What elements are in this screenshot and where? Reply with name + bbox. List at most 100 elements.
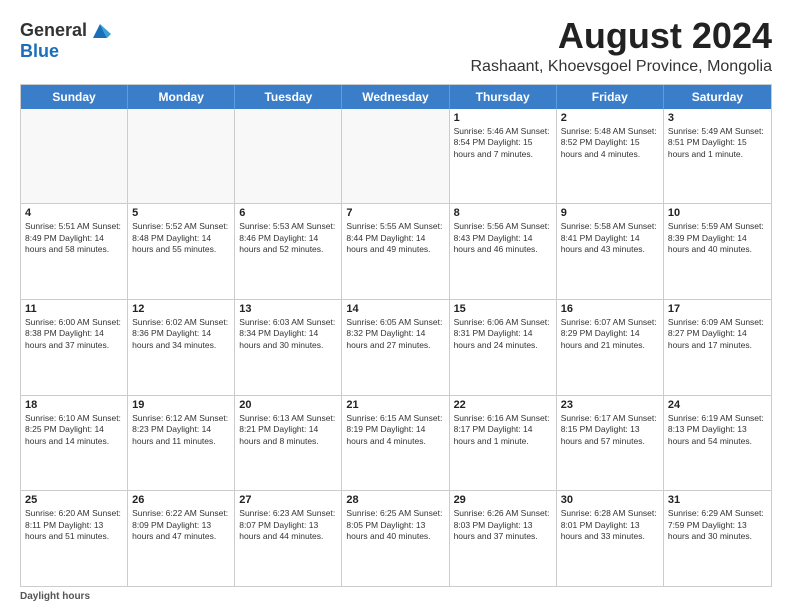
day-info: Sunrise: 6:00 AM Sunset: 8:38 PM Dayligh…: [25, 317, 123, 351]
calendar-row-1: 4 Sunrise: 5:51 AM Sunset: 8:49 PM Daylig…: [21, 204, 771, 300]
day-number: 16: [561, 303, 659, 315]
header-day-sunday: Sunday: [21, 85, 128, 109]
day-cell-12: 12 Sunrise: 6:02 AM Sunset: 8:36 PM Dayli…: [128, 300, 235, 395]
day-number: 23: [561, 399, 659, 411]
day-number: 8: [454, 207, 552, 219]
day-number: 26: [132, 494, 230, 506]
logo: General Blue: [20, 20, 111, 62]
day-info: Sunrise: 6:09 AM Sunset: 8:27 PM Dayligh…: [668, 317, 767, 351]
day-cell-11: 11 Sunrise: 6:00 AM Sunset: 8:38 PM Dayli…: [21, 300, 128, 395]
day-number: 30: [561, 494, 659, 506]
day-number: 6: [239, 207, 337, 219]
day-cell-15: 15Sunrise: 6:06 AM Sunset: 8:31 PM Dayli…: [450, 300, 557, 395]
day-cell-13: 13 Sunrise: 6:03 AM Sunset: 8:34 PM Dayli…: [235, 300, 342, 395]
day-cell-23: 23 Sunrise: 6:17 AM Sunset: 8:15 PM Dayli…: [557, 396, 664, 491]
day-number: 18: [25, 399, 123, 411]
header-day-thursday: Thursday: [450, 85, 557, 109]
header-day-wednesday: Wednesday: [342, 85, 449, 109]
calendar-row-2: 11 Sunrise: 6:00 AM Sunset: 8:38 PM Dayli…: [21, 300, 771, 396]
day-number: 2: [561, 112, 659, 124]
footer-label: Daylight hours: [20, 591, 90, 602]
day-info: Sunrise: 6:26 AM Sunset: 8:03 PM Dayligh…: [454, 508, 552, 542]
day-info: Sunrise: 6:10 AM Sunset: 8:25 PM Dayligh…: [25, 413, 123, 447]
day-info: Sunrise: 6:23 AM Sunset: 8:07 PM Dayligh…: [239, 508, 337, 542]
day-info: Sunrise: 6:03 AM Sunset: 8:34 PM Dayligh…: [239, 317, 337, 351]
day-number: 17: [668, 303, 767, 315]
day-info: Sunrise: 5:52 AM Sunset: 8:48 PM Dayligh…: [132, 221, 230, 255]
day-cell-16: 16 Sunrise: 6:07 AM Sunset: 8:29 PM Dayli…: [557, 300, 664, 395]
day-number: 15: [454, 303, 552, 315]
day-number: 1: [454, 112, 552, 124]
day-cell-18: 18 Sunrise: 6:10 AM Sunset: 8:25 PM Dayli…: [21, 396, 128, 491]
day-number: 28: [346, 494, 444, 506]
day-cell-28: 28 Sunrise: 6:25 AM Sunset: 8:05 PM Dayli…: [342, 491, 449, 586]
day-number: 13: [239, 303, 337, 315]
day-info: Sunrise: 5:55 AM Sunset: 8:44 PM Dayligh…: [346, 221, 444, 255]
day-cell-2: 2 Sunrise: 5:48 AM Sunset: 8:52 PM Daylig…: [557, 109, 664, 204]
day-cell-3: 3Sunrise: 5:49 AM Sunset: 8:51 PM Daylig…: [664, 109, 771, 204]
day-cell-25: 25Sunrise: 6:20 AM Sunset: 8:11 PM Dayli…: [21, 491, 128, 586]
day-cell-26: 26Sunrise: 6:22 AM Sunset: 8:09 PM Dayli…: [128, 491, 235, 586]
subtitle: Rashaant, Khoevsgoel Province, Mongolia: [470, 58, 772, 76]
title-block: August 2024 Rashaant, Khoevsgoel Provinc…: [470, 16, 772, 76]
day-number: 27: [239, 494, 337, 506]
day-cell-9: 9Sunrise: 5:58 AM Sunset: 8:41 PM Daylig…: [557, 204, 664, 299]
day-cell-22: 22 Sunrise: 6:16 AM Sunset: 8:17 PM Dayli…: [450, 396, 557, 491]
day-number: 24: [668, 399, 767, 411]
calendar-header: SundayMondayTuesdayWednesdayThursdayFrid…: [21, 85, 771, 109]
day-info: Sunrise: 5:51 AM Sunset: 8:49 PM Dayligh…: [25, 221, 123, 255]
day-number: 3: [668, 112, 767, 124]
day-info: Sunrise: 6:25 AM Sunset: 8:05 PM Dayligh…: [346, 508, 444, 542]
day-cell-14: 14Sunrise: 6:05 AM Sunset: 8:32 PM Dayli…: [342, 300, 449, 395]
day-cell-17: 17 Sunrise: 6:09 AM Sunset: 8:27 PM Dayli…: [664, 300, 771, 395]
day-cell-5: 5 Sunrise: 5:52 AM Sunset: 8:48 PM Daylig…: [128, 204, 235, 299]
day-number: 4: [25, 207, 123, 219]
day-number: 12: [132, 303, 230, 315]
day-cell-29: 29 Sunrise: 6:26 AM Sunset: 8:03 PM Dayli…: [450, 491, 557, 586]
empty-cell: [128, 109, 235, 204]
day-info: Sunrise: 5:48 AM Sunset: 8:52 PM Dayligh…: [561, 126, 659, 160]
day-cell-1: 1Sunrise: 5:46 AM Sunset: 8:54 PM Daylig…: [450, 109, 557, 204]
footer: Daylight hours: [20, 591, 772, 602]
day-cell-7: 7 Sunrise: 5:55 AM Sunset: 8:44 PM Daylig…: [342, 204, 449, 299]
day-number: 21: [346, 399, 444, 411]
day-number: 29: [454, 494, 552, 506]
day-cell-6: 6 Sunrise: 5:53 AM Sunset: 8:46 PM Daylig…: [235, 204, 342, 299]
day-number: 19: [132, 399, 230, 411]
day-info: Sunrise: 6:15 AM Sunset: 8:19 PM Dayligh…: [346, 413, 444, 447]
day-cell-19: 19 Sunrise: 6:12 AM Sunset: 8:23 PM Dayli…: [128, 396, 235, 491]
day-number: 11: [25, 303, 123, 315]
day-number: 20: [239, 399, 337, 411]
day-info: Sunrise: 6:16 AM Sunset: 8:17 PM Dayligh…: [454, 413, 552, 447]
day-number: 7: [346, 207, 444, 219]
header-day-monday: Monday: [128, 85, 235, 109]
day-info: Sunrise: 5:59 AM Sunset: 8:39 PM Dayligh…: [668, 221, 767, 255]
day-info: Sunrise: 6:05 AM Sunset: 8:32 PM Dayligh…: [346, 317, 444, 351]
day-number: 5: [132, 207, 230, 219]
day-info: Sunrise: 6:20 AM Sunset: 8:11 PM Dayligh…: [25, 508, 123, 542]
calendar-row-4: 25Sunrise: 6:20 AM Sunset: 8:11 PM Dayli…: [21, 491, 771, 586]
day-cell-10: 10 Sunrise: 5:59 AM Sunset: 8:39 PM Dayli…: [664, 204, 771, 299]
day-number: 10: [668, 207, 767, 219]
day-number: 31: [668, 494, 767, 506]
day-info: Sunrise: 5:53 AM Sunset: 8:46 PM Dayligh…: [239, 221, 337, 255]
day-info: Sunrise: 5:56 AM Sunset: 8:43 PM Dayligh…: [454, 221, 552, 255]
calendar-row-0: 1Sunrise: 5:46 AM Sunset: 8:54 PM Daylig…: [21, 109, 771, 205]
day-info: Sunrise: 6:17 AM Sunset: 8:15 PM Dayligh…: [561, 413, 659, 447]
logo-general: General: [20, 21, 87, 41]
main-title: August 2024: [470, 16, 772, 56]
day-cell-4: 4 Sunrise: 5:51 AM Sunset: 8:49 PM Daylig…: [21, 204, 128, 299]
day-info: Sunrise: 6:29 AM Sunset: 7:59 PM Dayligh…: [668, 508, 767, 542]
day-cell-31: 31 Sunrise: 6:29 AM Sunset: 7:59 PM Dayli…: [664, 491, 771, 586]
page: General Blue August 2024 Rashaant, Khoev…: [0, 0, 792, 612]
day-cell-8: 8 Sunrise: 5:56 AM Sunset: 8:43 PM Daylig…: [450, 204, 557, 299]
calendar: SundayMondayTuesdayWednesdayThursdayFrid…: [20, 84, 772, 587]
day-info: Sunrise: 6:12 AM Sunset: 8:23 PM Dayligh…: [132, 413, 230, 447]
day-info: Sunrise: 6:07 AM Sunset: 8:29 PM Dayligh…: [561, 317, 659, 351]
header-day-tuesday: Tuesday: [235, 85, 342, 109]
day-cell-30: 30 Sunrise: 6:28 AM Sunset: 8:01 PM Dayli…: [557, 491, 664, 586]
day-info: Sunrise: 6:02 AM Sunset: 8:36 PM Dayligh…: [132, 317, 230, 351]
day-number: 22: [454, 399, 552, 411]
logo-icon: [89, 20, 111, 42]
day-info: Sunrise: 6:28 AM Sunset: 8:01 PM Dayligh…: [561, 508, 659, 542]
